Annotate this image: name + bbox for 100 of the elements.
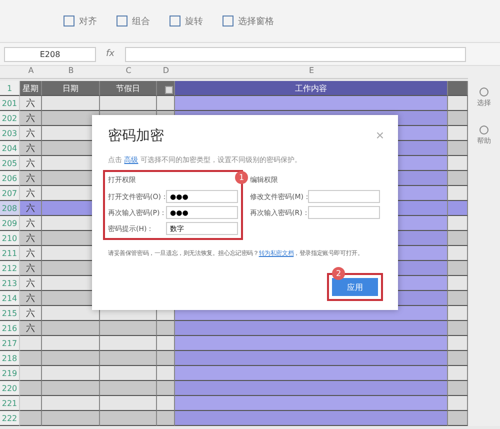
- formula-field[interactable]: [124, 46, 466, 62]
- table-cell: 六: [20, 171, 42, 186]
- row-number[interactable]: 201: [0, 96, 20, 111]
- row-number[interactable]: 210: [0, 231, 20, 246]
- row-number[interactable]: 208: [0, 201, 20, 216]
- table-cell: [448, 141, 468, 156]
- table-header-cell: [448, 81, 468, 96]
- table-cell: [20, 411, 42, 426]
- column-header[interactable]: D: [157, 66, 175, 79]
- input-field[interactable]: [308, 190, 380, 203]
- table-header-cell: 工作内容: [175, 81, 448, 96]
- row-number[interactable]: 216: [0, 321, 20, 336]
- table-cell: [42, 396, 100, 411]
- table-cell: [157, 411, 175, 426]
- table-cell: [448, 381, 468, 396]
- step-badge: 1: [235, 171, 248, 184]
- table-cell: [20, 381, 42, 396]
- close-button[interactable]: ×: [376, 127, 384, 143]
- table-cell: 六: [20, 261, 42, 276]
- table-cell: 六: [20, 111, 42, 126]
- row-number[interactable]: 1: [0, 81, 20, 96]
- corner-cell[interactable]: [0, 66, 20, 79]
- table-cell: [157, 366, 175, 381]
- table-cell: [42, 336, 100, 351]
- row-number[interactable]: 204: [0, 141, 20, 156]
- table-cell: [42, 366, 100, 381]
- square-icon: [62, 14, 76, 28]
- table-cell: [100, 96, 157, 111]
- row-number[interactable]: 222: [0, 411, 20, 426]
- circle-icon: [478, 86, 490, 98]
- dialog-title: 密码加密: [108, 127, 164, 145]
- table-cell: [157, 321, 175, 336]
- table-cell: [448, 261, 468, 276]
- table-cell: [448, 291, 468, 306]
- row-number[interactable]: 218: [0, 351, 20, 366]
- table-cell: [157, 381, 175, 396]
- table-cell: 六: [20, 321, 42, 336]
- table-cell: [157, 396, 175, 411]
- row-number[interactable]: 202: [0, 111, 20, 126]
- table-header-cell: 星期: [20, 81, 42, 96]
- table-cell: [42, 381, 100, 396]
- table-header-cell: 日期: [42, 81, 100, 96]
- row-number[interactable]: 220: [0, 381, 20, 396]
- table-header-cell: 节假日: [100, 81, 157, 96]
- input-field[interactable]: [308, 206, 380, 219]
- table-cell: [100, 396, 157, 411]
- circle-icon: [478, 124, 490, 136]
- table-cell: 六: [20, 306, 42, 321]
- column-header[interactable]: C: [100, 66, 157, 79]
- table-cell: [20, 366, 42, 381]
- table-cell: [42, 96, 100, 111]
- table-cell: 六: [20, 141, 42, 156]
- toolbar-button[interactable]: 旋转: [166, 12, 205, 30]
- table-cell: [448, 171, 468, 186]
- table-cell: 六: [20, 156, 42, 171]
- table-cell: [448, 351, 468, 366]
- table-cell: [448, 231, 468, 246]
- row-number[interactable]: 209: [0, 216, 20, 231]
- table-cell: [20, 336, 42, 351]
- table-cell: [20, 351, 42, 366]
- table-cell: [42, 351, 100, 366]
- fx-label: fx: [106, 49, 114, 59]
- filter-button[interactable]: [165, 86, 173, 94]
- column-header[interactable]: A: [20, 66, 42, 79]
- toolbar-button[interactable]: 选择窗格: [219, 12, 276, 30]
- table-cell: [42, 111, 100, 126]
- table-cell: 六: [20, 231, 42, 246]
- row-number[interactable]: 211: [0, 246, 20, 261]
- row-number[interactable]: 214: [0, 291, 20, 306]
- table-cell: [448, 201, 468, 216]
- table-cell: [448, 111, 468, 126]
- row-number[interactable]: 206: [0, 171, 20, 186]
- table-cell: [100, 336, 157, 351]
- row-number[interactable]: 215: [0, 306, 20, 321]
- table-cell: [157, 351, 175, 366]
- square-icon: [168, 14, 182, 28]
- square-icon: [115, 14, 129, 28]
- row-number[interactable]: 207: [0, 186, 20, 201]
- row-number[interactable]: 205: [0, 156, 20, 171]
- name-box[interactable]: E208: [4, 46, 96, 62]
- table-cell: [100, 351, 157, 366]
- table-cell: [448, 321, 468, 336]
- row-number[interactable]: 213: [0, 276, 20, 291]
- row-number[interactable]: 221: [0, 396, 20, 411]
- column-header[interactable]: E: [175, 66, 448, 79]
- table-cell: [20, 396, 42, 411]
- table-cell: [448, 411, 468, 426]
- table-cell: 六: [20, 126, 42, 141]
- row-number[interactable]: 212: [0, 261, 20, 276]
- table-cell: [42, 321, 100, 336]
- table-cell: [100, 321, 157, 336]
- row-number[interactable]: 219: [0, 366, 20, 381]
- column-header[interactable]: B: [42, 66, 100, 79]
- table-cell: [100, 381, 157, 396]
- table-cell: 六: [20, 216, 42, 231]
- toolbar-button[interactable]: 组合: [113, 12, 152, 30]
- apply-button[interactable]: 应用: [332, 278, 378, 296]
- toolbar-button[interactable]: 对齐: [60, 12, 99, 30]
- row-number[interactable]: 203: [0, 126, 20, 141]
- row-number[interactable]: 217: [0, 336, 20, 351]
